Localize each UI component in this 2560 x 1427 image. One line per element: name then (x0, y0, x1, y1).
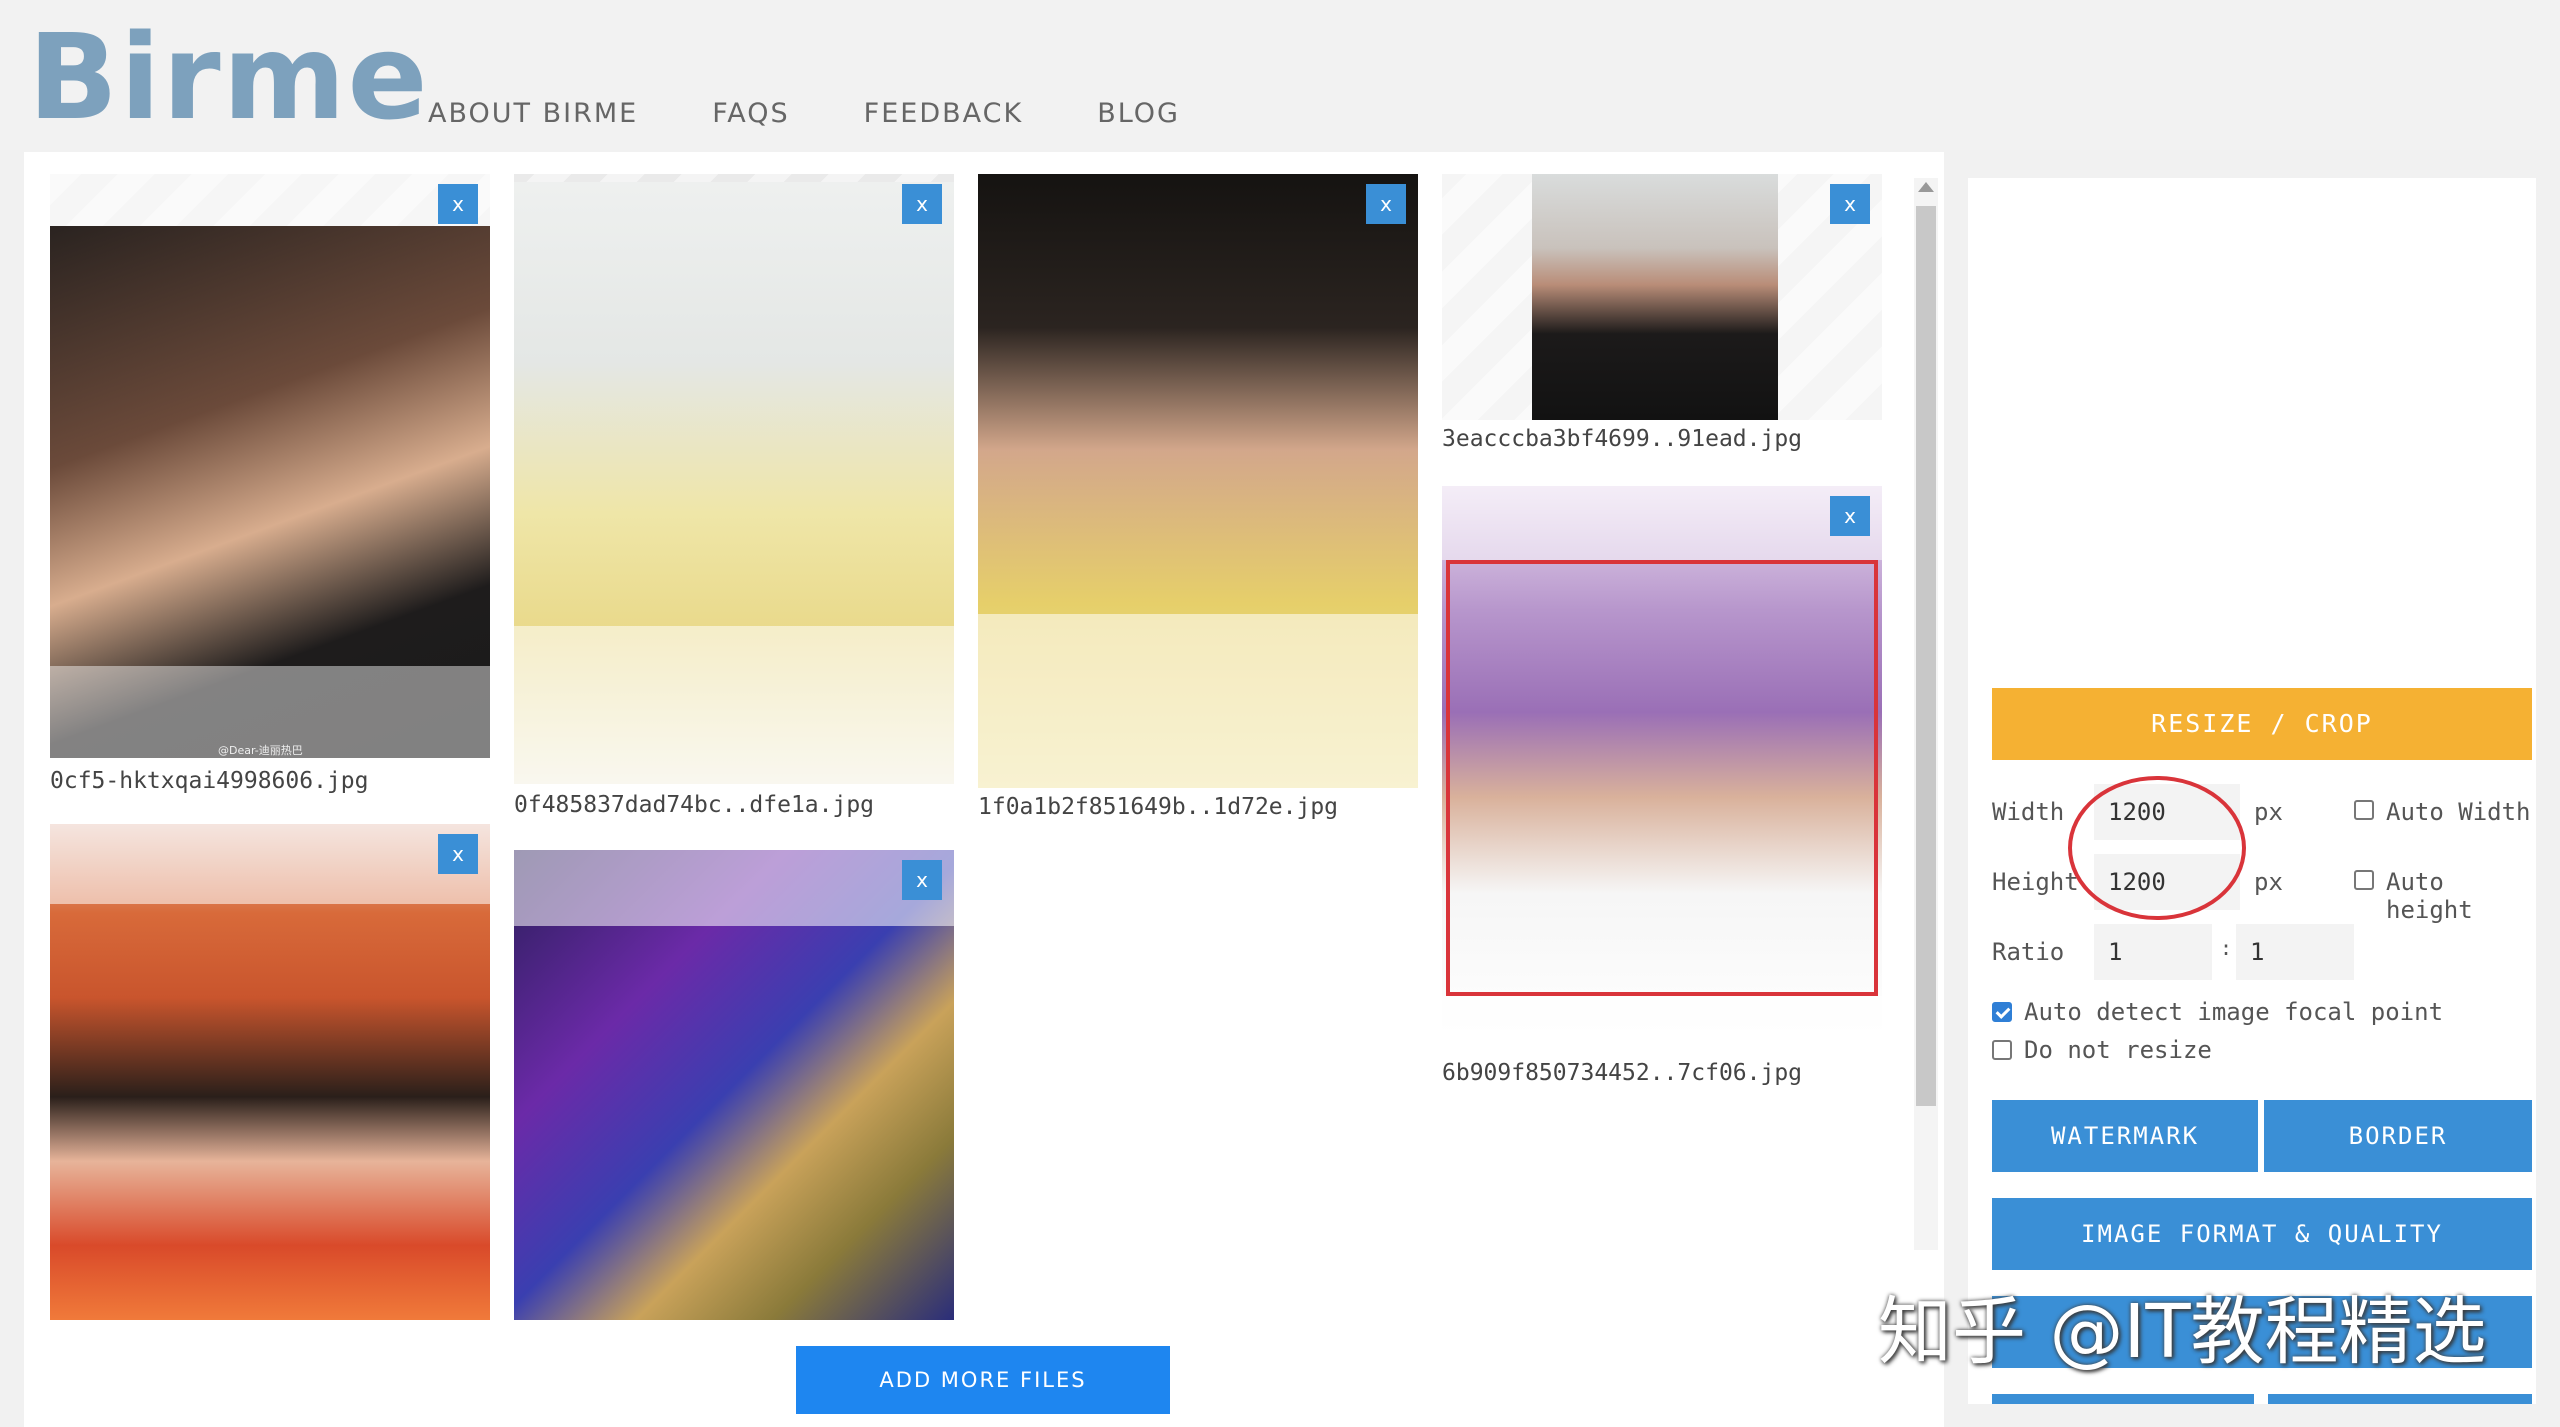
bottom-button-left[interactable] (1992, 1394, 2254, 1404)
watermark-button[interactable]: WATERMARK (1992, 1100, 2258, 1172)
remove-image-button[interactable]: x (1366, 184, 1406, 224)
remove-image-button[interactable]: x (438, 834, 478, 874)
image-preview: x (1442, 174, 1882, 420)
remove-image-button[interactable]: x (1830, 496, 1870, 536)
width-label: Width (1992, 798, 2065, 826)
birme-logo[interactable]: Birme (28, 18, 430, 136)
auto-focal-label: Auto detect image focal point (2024, 998, 2444, 1026)
nav-feedback[interactable]: FEEDBACK (864, 98, 1024, 129)
image-preview: @Dear-迪丽热巴 x (50, 174, 490, 758)
do-not-resize-checkbox[interactable] (1992, 1040, 2012, 1060)
ratio-separator: : (2220, 936, 2233, 960)
crop-mask-bottom (514, 626, 954, 784)
app-header: Birme ABOUT BIRME FAQS FEEDBACK BLOG (0, 0, 2560, 150)
main-nav: ABOUT BIRME FAQS FEEDBACK BLOG (428, 98, 1180, 129)
auto-focal-checkbox[interactable] (1992, 1002, 2012, 1022)
bottom-button-right[interactable] (2268, 1394, 2532, 1404)
width-unit: px (2254, 798, 2283, 826)
settings-panel: RESIZE / CROP Width px Auto Width Height… (1968, 178, 2536, 1404)
height-label: Height (1992, 868, 2079, 896)
image-preview: x (978, 174, 1418, 788)
scroll-up-arrow-icon[interactable] (1918, 182, 1934, 192)
crop-mask-left (1442, 174, 1532, 420)
nav-about[interactable]: ABOUT BIRME (428, 98, 638, 129)
remove-image-button[interactable]: x (902, 860, 942, 900)
image-filename: 0f485837dad74bc..dfe1a.jpg (514, 792, 875, 818)
crop-mask-bottom (1442, 996, 1882, 1052)
ratio-width-input[interactable] (2094, 924, 2212, 980)
remove-image-button[interactable]: x (902, 184, 942, 224)
do-not-resize-label: Do not resize (2024, 1036, 2212, 1064)
overlay-watermark-text: 知乎 @IT教程精选 (1878, 1289, 2487, 1375)
nav-blog[interactable]: BLOG (1097, 98, 1180, 129)
ratio-label: Ratio (1992, 938, 2065, 966)
remove-image-button[interactable]: x (438, 184, 478, 224)
crop-mask-top (1442, 486, 1882, 560)
image-filename: 0cf5-hktxqai4998606.jpg (50, 768, 369, 794)
auto-height-checkbox[interactable] (2354, 870, 2374, 890)
auto-width-label: Auto Width (2386, 798, 2531, 826)
image-preview: x (514, 174, 954, 784)
image-filename: 3eacccba3bf4699..91ead.jpg (1442, 426, 1803, 452)
ratio-height-input[interactable] (2236, 924, 2354, 980)
crop-mask-top (50, 824, 490, 904)
nav-faqs[interactable]: FAQS (712, 98, 789, 129)
crop-mask-bottom (978, 614, 1418, 788)
scroll-thumb[interactable] (1916, 206, 1936, 1106)
image-format-quality-button[interactable]: IMAGE FORMAT & QUALITY (1992, 1198, 2532, 1270)
auto-height-label: Auto height (2386, 868, 2473, 924)
image-preview: x (514, 850, 954, 1320)
add-more-files-button[interactable]: ADD MORE FILES (796, 1346, 1170, 1414)
image-grid-area: @Dear-迪丽热巴 x 0cf5-hktxqai4998606.jpg x 0… (24, 152, 1944, 1427)
crop-mask-top (50, 174, 490, 226)
crop-mask-top (514, 850, 954, 926)
resize-crop-button[interactable]: RESIZE / CROP (1992, 688, 2532, 760)
border-button[interactable]: BORDER (2264, 1100, 2532, 1172)
photo (1532, 174, 1778, 420)
crop-highlight-box (1446, 560, 1878, 996)
image-filename: 6b909f850734452..7cf06.jpg (1442, 1060, 1803, 1086)
remove-image-button[interactable]: x (1830, 184, 1870, 224)
annotation-circle (2068, 776, 2246, 920)
image-filename: 1f0a1b2f851649b..1d72e.jpg (978, 794, 1339, 820)
auto-width-checkbox[interactable] (2354, 800, 2374, 820)
photo-caption: @Dear-迪丽热巴 (218, 744, 303, 757)
height-unit: px (2254, 868, 2283, 896)
image-preview: x (50, 824, 490, 1320)
image-preview: x (1442, 486, 1882, 1052)
grid-scrollbar[interactable] (1914, 178, 1938, 1250)
